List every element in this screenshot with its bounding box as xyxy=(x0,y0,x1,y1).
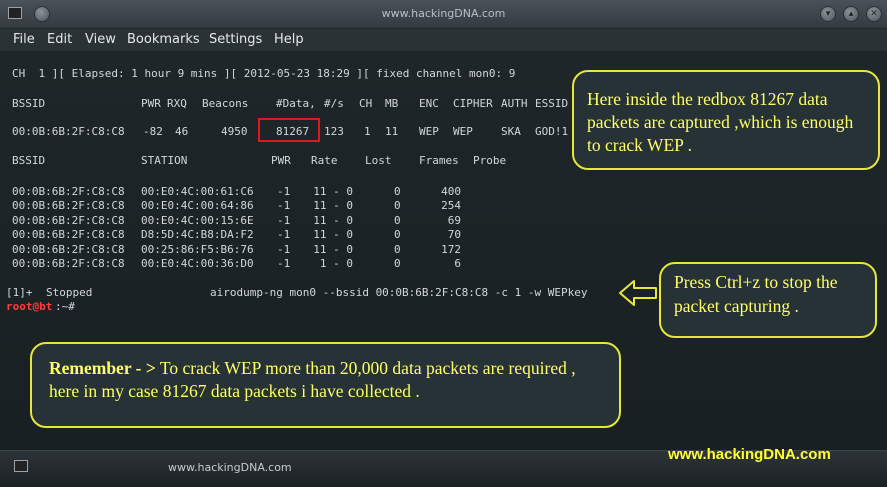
ap-col-beacons: Beacons xyxy=(202,97,249,110)
ap-col-cipher: CIPHER xyxy=(453,97,493,110)
status-line: CH 1 ][ Elapsed: 1 hour 9 mins ][ 2012-0… xyxy=(12,67,516,80)
st-frames: 6 xyxy=(454,257,461,270)
title-bar: www.hackingDNA.com ▾ ▴ ✕ xyxy=(0,0,887,29)
st-pwr: -1 xyxy=(277,242,291,256)
st-station: D8:5D:4C:B8:DA:F2 xyxy=(141,228,254,242)
st-bssid: 00:0B:6B:2F:C8:C8 xyxy=(12,213,125,227)
st-rate: 11 - 0 xyxy=(313,185,353,198)
menu-edit[interactable]: Edit xyxy=(47,32,72,47)
remember-prefix: Remember - > xyxy=(49,358,156,378)
st-col-bssid: BSSID xyxy=(12,154,46,167)
maximize-icon[interactable]: ▴ xyxy=(843,6,859,22)
st-bssid: 00:0B:6B:2F:C8:C8 xyxy=(12,242,125,256)
st-frames: 254 xyxy=(441,199,461,213)
ap-col-auth: AUTH xyxy=(501,97,528,110)
menu-settings[interactable]: Settings xyxy=(209,32,262,47)
st-col-pwr: PWR xyxy=(271,154,291,167)
menu-help[interactable]: Help xyxy=(274,32,304,47)
st-col-rate: Rate xyxy=(311,154,338,167)
st-rate: 11 - 0 xyxy=(313,213,353,227)
ap-essid: GOD!1 xyxy=(535,125,569,138)
ap-col-rate: #/s xyxy=(324,97,344,110)
job-state: Stopped xyxy=(46,286,93,299)
ap-col-bssid: BSSID xyxy=(12,97,46,110)
ap-auth: SKA xyxy=(501,125,521,138)
ap-enc: WEP xyxy=(419,125,439,138)
ap-beacons: 4950 xyxy=(221,125,248,138)
st-station: 00:E0:4C:00:15:6E xyxy=(141,213,254,227)
ap-col-data: #Data, xyxy=(276,97,316,110)
prompt-user: root@bt xyxy=(6,300,53,313)
taskbar-window-label[interactable]: www.hackingDNA.com xyxy=(168,461,292,474)
callout-redbox-text: Here inside the redbox 81267 data packet… xyxy=(587,89,854,155)
st-station: 00:E0:4C:00:61:C6 xyxy=(141,185,254,198)
window-title: www.hackingDNA.com xyxy=(381,7,506,20)
st-rate: 11 - 0 xyxy=(313,228,353,242)
callout-redbox-note: Here inside the redbox 81267 data packet… xyxy=(572,70,880,170)
menu-file[interactable]: File xyxy=(13,32,35,47)
ap-cipher: WEP xyxy=(453,125,473,138)
st-lost: 0 xyxy=(394,257,401,270)
st-frames: 172 xyxy=(441,242,461,256)
st-pwr: -1 xyxy=(277,199,291,213)
ap-col-mb: MB xyxy=(385,97,399,110)
job-id: [1]+ xyxy=(6,286,33,299)
ap-bssid: 00:0B:6B:2F:C8:C8 xyxy=(12,125,125,138)
callout-stop-text: Press Ctrl+z to stop the packet capturin… xyxy=(674,272,838,316)
st-bssid: 00:0B:6B:2F:C8:C8 xyxy=(12,185,125,198)
left-arrow-icon xyxy=(619,280,657,306)
st-col-frames: Frames xyxy=(419,154,459,167)
st-lost: 0 xyxy=(394,185,401,198)
st-frames: 400 xyxy=(441,185,461,198)
menu-bar: File Edit View Bookmarks Settings Help xyxy=(0,29,887,51)
st-lost: 0 xyxy=(394,199,401,213)
st-station: 00:E0:4C:00:64:86 xyxy=(141,199,254,213)
close-icon[interactable]: ✕ xyxy=(866,6,882,22)
ap-mb: 11 xyxy=(385,125,399,138)
st-col-lost: Lost xyxy=(365,154,392,167)
st-station: 00:E0:4C:00:36:D0 xyxy=(141,257,254,270)
ap-col-enc: ENC xyxy=(419,97,439,110)
st-pwr: -1 xyxy=(277,213,291,227)
highlight-redbox xyxy=(258,118,320,142)
st-bssid: 00:0B:6B:2F:C8:C8 xyxy=(12,199,125,213)
callout-stop-note: Press Ctrl+z to stop the packet capturin… xyxy=(659,262,877,338)
st-col-probe: Probe xyxy=(473,154,507,167)
st-col-station: STATION xyxy=(141,154,188,167)
ap-rxq: 46 xyxy=(175,125,189,138)
taskbar-terminal-icon[interactable] xyxy=(14,460,28,472)
st-bssid: 00:0B:6B:2F:C8:C8 xyxy=(12,228,125,242)
st-frames: 70 xyxy=(447,228,461,242)
ap-rate: 123 xyxy=(324,125,344,138)
menu-view[interactable]: View xyxy=(85,32,116,47)
ap-col-essid: ESSID xyxy=(535,97,569,110)
ap-pwr: -82 xyxy=(143,125,163,138)
callout-remember: Remember - > To crack WEP more than 20,0… xyxy=(30,342,621,428)
menu-bookmarks[interactable]: Bookmarks xyxy=(127,32,200,47)
prompt-path: :~# xyxy=(55,300,75,313)
st-lost: 0 xyxy=(394,228,401,242)
st-station: 00:25:86:F5:B6:76 xyxy=(141,242,254,256)
st-lost: 0 xyxy=(394,213,401,227)
ap-ch: 1 xyxy=(364,125,371,138)
st-rate: 11 - 0 xyxy=(313,199,353,213)
job-command: airodump-ng mon0 --bssid 00:0B:6B:2F:C8:… xyxy=(210,286,588,299)
st-rate: 1 - 0 xyxy=(319,257,353,270)
watermark: www.hackingDNA.com xyxy=(668,446,831,463)
ap-col-rxq: RXQ xyxy=(167,97,187,110)
st-pwr: -1 xyxy=(277,185,291,198)
st-pwr: -1 xyxy=(277,228,291,242)
ap-col-pwr: PWR xyxy=(141,97,161,110)
st-pwr: -1 xyxy=(277,257,291,270)
st-lost: 0 xyxy=(394,242,401,256)
st-rate: 11 - 0 xyxy=(313,242,353,256)
minimize-icon[interactable]: ▾ xyxy=(820,6,836,22)
st-bssid: 00:0B:6B:2F:C8:C8 xyxy=(12,257,125,270)
st-frames: 69 xyxy=(447,213,461,227)
ap-col-ch: CH xyxy=(359,97,373,110)
